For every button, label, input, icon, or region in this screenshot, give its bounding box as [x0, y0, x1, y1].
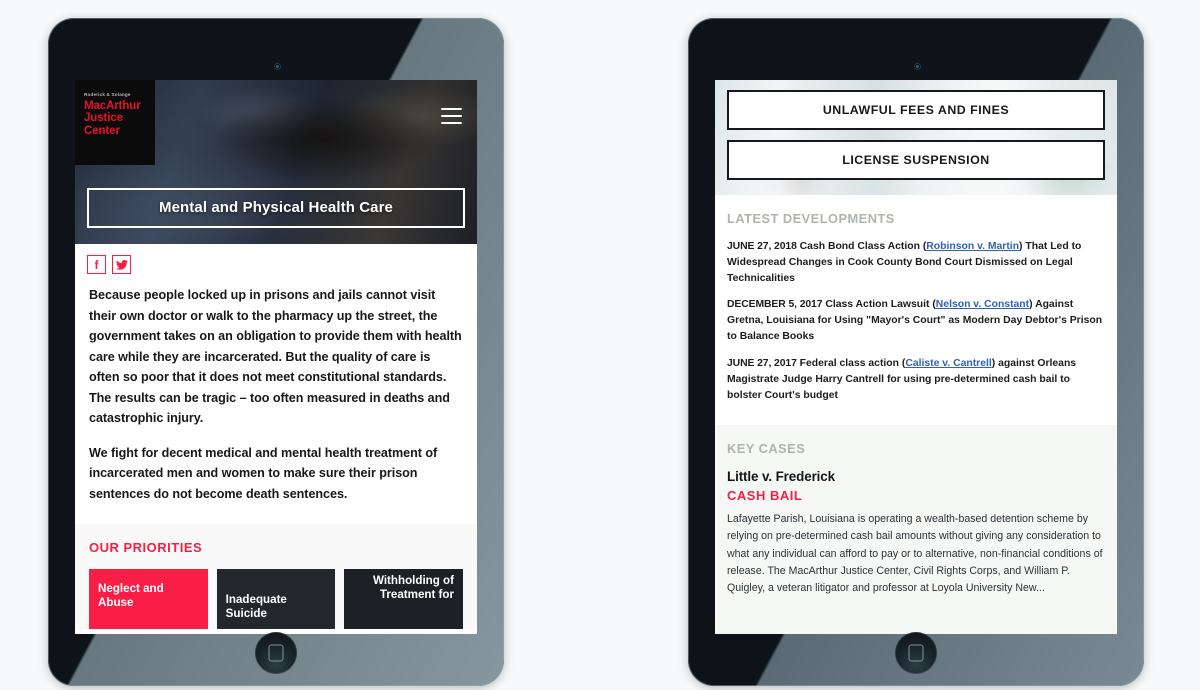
hamburger-bar — [441, 108, 462, 110]
category-button-unlawful-fees[interactable]: UNLAWFUL FEES AND FINES — [727, 90, 1105, 130]
article-body: Because people locked up in prisons and … — [75, 283, 477, 525]
case-title[interactable]: Little v. Frederick — [727, 469, 1105, 484]
category-button-label: LICENSE SUSPENSION — [842, 153, 990, 167]
priority-card-label: Withholding of Treatment for — [372, 574, 455, 602]
case-category-tag[interactable]: CASH BAIL — [727, 488, 1105, 503]
key-cases-section: KEY CASES Little v. Frederick CASH BAIL … — [715, 425, 1117, 634]
priority-card-label: Inadequate Suicide — [225, 593, 287, 621]
home-square-icon — [268, 644, 284, 662]
home-square-icon — [908, 644, 924, 662]
priority-card[interactable]: Withholding of Treatment for — [344, 569, 464, 630]
development-item: JUNE 27, 2018 Cash Bond Class Action (Ro… — [727, 239, 1105, 286]
development-item: DECEMBER 5, 2017 Class Action Lawsuit (N… — [727, 297, 1105, 344]
priority-card-list: Neglect and Abuse Inadequate Suicide Wit… — [89, 569, 464, 630]
hamburger-menu-icon[interactable] — [441, 108, 462, 124]
development-text-pre: Class Action Lawsuit ( — [825, 299, 936, 311]
priority-card-label: Neglect and Abuse — [98, 582, 164, 610]
development-date: DECEMBER 5, 2017 — [727, 299, 823, 311]
category-button-hero: UNLAWFUL FEES AND FINES LICENSE SUSPENSI… — [715, 80, 1117, 195]
our-priorities-section: OUR PRIORITIES Neglect and Abuse Inadequ… — [75, 524, 477, 630]
social-share-bar: f — [75, 244, 477, 283]
logo-line-2: Justice — [84, 112, 123, 125]
screen-right: UNLAWFUL FEES AND FINES LICENSE SUSPENSI… — [715, 80, 1117, 634]
case-link[interactable]: Robinson v. Martin — [926, 241, 1019, 252]
latest-developments-heading: LATEST DEVELOPMENTS — [727, 211, 895, 226]
latest-developments-section: LATEST DEVELOPMENTS JUNE 27, 2018 Cash B… — [715, 195, 1117, 426]
priority-card[interactable]: Neglect and Abuse — [89, 569, 208, 630]
screen-left: Roderick & Solange MacArthur Justice Cen… — [75, 80, 477, 634]
article-paragraph: We fight for decent medical and mental h… — [89, 445, 438, 501]
case-link[interactable]: Nelson v. Constant — [936, 299, 1029, 310]
logo-kicker: Roderick & Solange — [84, 92, 131, 97]
development-date: JUNE 27, 2017 — [727, 357, 797, 369]
front-camera-icon — [274, 63, 281, 70]
hamburger-bar — [441, 122, 462, 124]
category-button-label: UNLAWFUL FEES AND FINES — [822, 103, 1010, 117]
category-button-license-suspension[interactable]: LICENSE SUSPENSION — [727, 140, 1105, 180]
home-button[interactable] — [255, 632, 297, 674]
hamburger-bar — [441, 115, 462, 117]
site-logo[interactable]: Roderick & Solange MacArthur Justice Cen… — [75, 80, 155, 165]
page-title: Mental and Physical Health Care — [158, 199, 393, 216]
key-cases-heading: KEY CASES — [727, 441, 806, 457]
tablet-device-left: Roderick & Solange MacArthur Justice Cen… — [48, 18, 504, 686]
tablet-device-right: UNLAWFUL FEES AND FINES LICENSE SUSPENSI… — [688, 18, 1144, 686]
page-title-banner: Mental and Physical Health Care — [87, 188, 465, 228]
screenshot-canvas: Roderick & Solange MacArthur Justice Cen… — [0, 0, 1200, 690]
development-item: JUNE 27, 2017 Federal class action (Cali… — [727, 356, 1105, 403]
hero-image: Roderick & Solange MacArthur Justice Cen… — [75, 80, 477, 244]
facebook-icon[interactable]: f — [87, 255, 106, 274]
logo-line-1: MacArthur — [84, 99, 141, 112]
twitter-icon[interactable] — [112, 255, 131, 274]
priority-card[interactable]: Inadequate Suicide — [216, 569, 336, 630]
home-button[interactable] — [895, 632, 937, 674]
article-paragraph: Because people locked up in prisons and … — [89, 288, 462, 426]
development-text-pre: Cash Bond Class Action ( — [799, 241, 927, 252]
logo-line-3: Center — [84, 125, 120, 138]
our-priorities-heading: OUR PRIORITIES — [89, 540, 203, 556]
case-summary: Lafayette Parish, Louisiana is operating… — [727, 513, 1103, 594]
front-camera-icon — [914, 63, 921, 70]
case-link[interactable]: Caliste v. Cantrell — [905, 358, 991, 369]
development-date: JUNE 27, 2018 — [727, 241, 797, 252]
development-text-pre: Federal class action ( — [799, 357, 906, 369]
